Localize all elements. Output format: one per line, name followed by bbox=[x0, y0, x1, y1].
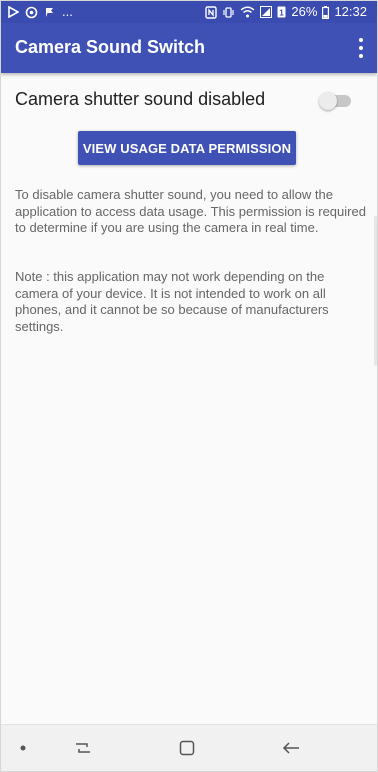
recent-apps-icon[interactable] bbox=[71, 737, 95, 759]
status-left-group: ... bbox=[7, 1, 73, 23]
battery-icon bbox=[322, 5, 330, 19]
view-usage-data-permission-button[interactable]: VIEW USAGE DATA PERMISSION bbox=[78, 131, 296, 165]
app-bar: Camera Sound Switch bbox=[1, 23, 377, 73]
back-icon[interactable] bbox=[279, 737, 303, 759]
home-icon[interactable] bbox=[175, 737, 199, 759]
play-store-notification-icon bbox=[7, 6, 19, 18]
battery-percent: 26% bbox=[291, 4, 318, 19]
nfc-icon bbox=[205, 5, 218, 19]
vibrate-icon bbox=[222, 6, 235, 19]
phone-screen: ... 1 26% 12:32 Camera Sound Switch Came… bbox=[1, 1, 377, 771]
navigation-bar bbox=[1, 724, 377, 771]
clock: 12:32 bbox=[334, 4, 367, 19]
sync-notification-icon bbox=[25, 6, 38, 19]
note-paragraph: Note : this application may not work dep… bbox=[15, 269, 329, 334]
shutter-sound-toggle[interactable] bbox=[319, 92, 351, 110]
sim-1-icon: 1 bbox=[277, 6, 286, 18]
status-right-group: 1 26% 12:32 bbox=[205, 1, 367, 23]
toggle-thumb bbox=[319, 92, 337, 110]
shutter-sound-setting-row: Camera shutter sound disabled bbox=[1, 83, 377, 117]
description-paragraph: To disable camera shutter sound, you nee… bbox=[15, 187, 366, 235]
dot-icon[interactable] bbox=[11, 737, 35, 759]
status-bar: ... 1 26% 12:32 bbox=[1, 1, 377, 23]
svg-text:1: 1 bbox=[280, 9, 285, 18]
signal-icon bbox=[260, 6, 273, 18]
setting-label: Camera shutter sound disabled bbox=[15, 89, 266, 109]
app-title: Camera Sound Switch bbox=[15, 37, 206, 57]
more-vert-icon[interactable] bbox=[357, 38, 365, 58]
wifi-icon bbox=[240, 6, 255, 18]
more-notifications-indicator: ... bbox=[62, 4, 73, 19]
edge-panel-handle[interactable] bbox=[374, 216, 377, 366]
flag-notification-icon bbox=[44, 6, 56, 18]
